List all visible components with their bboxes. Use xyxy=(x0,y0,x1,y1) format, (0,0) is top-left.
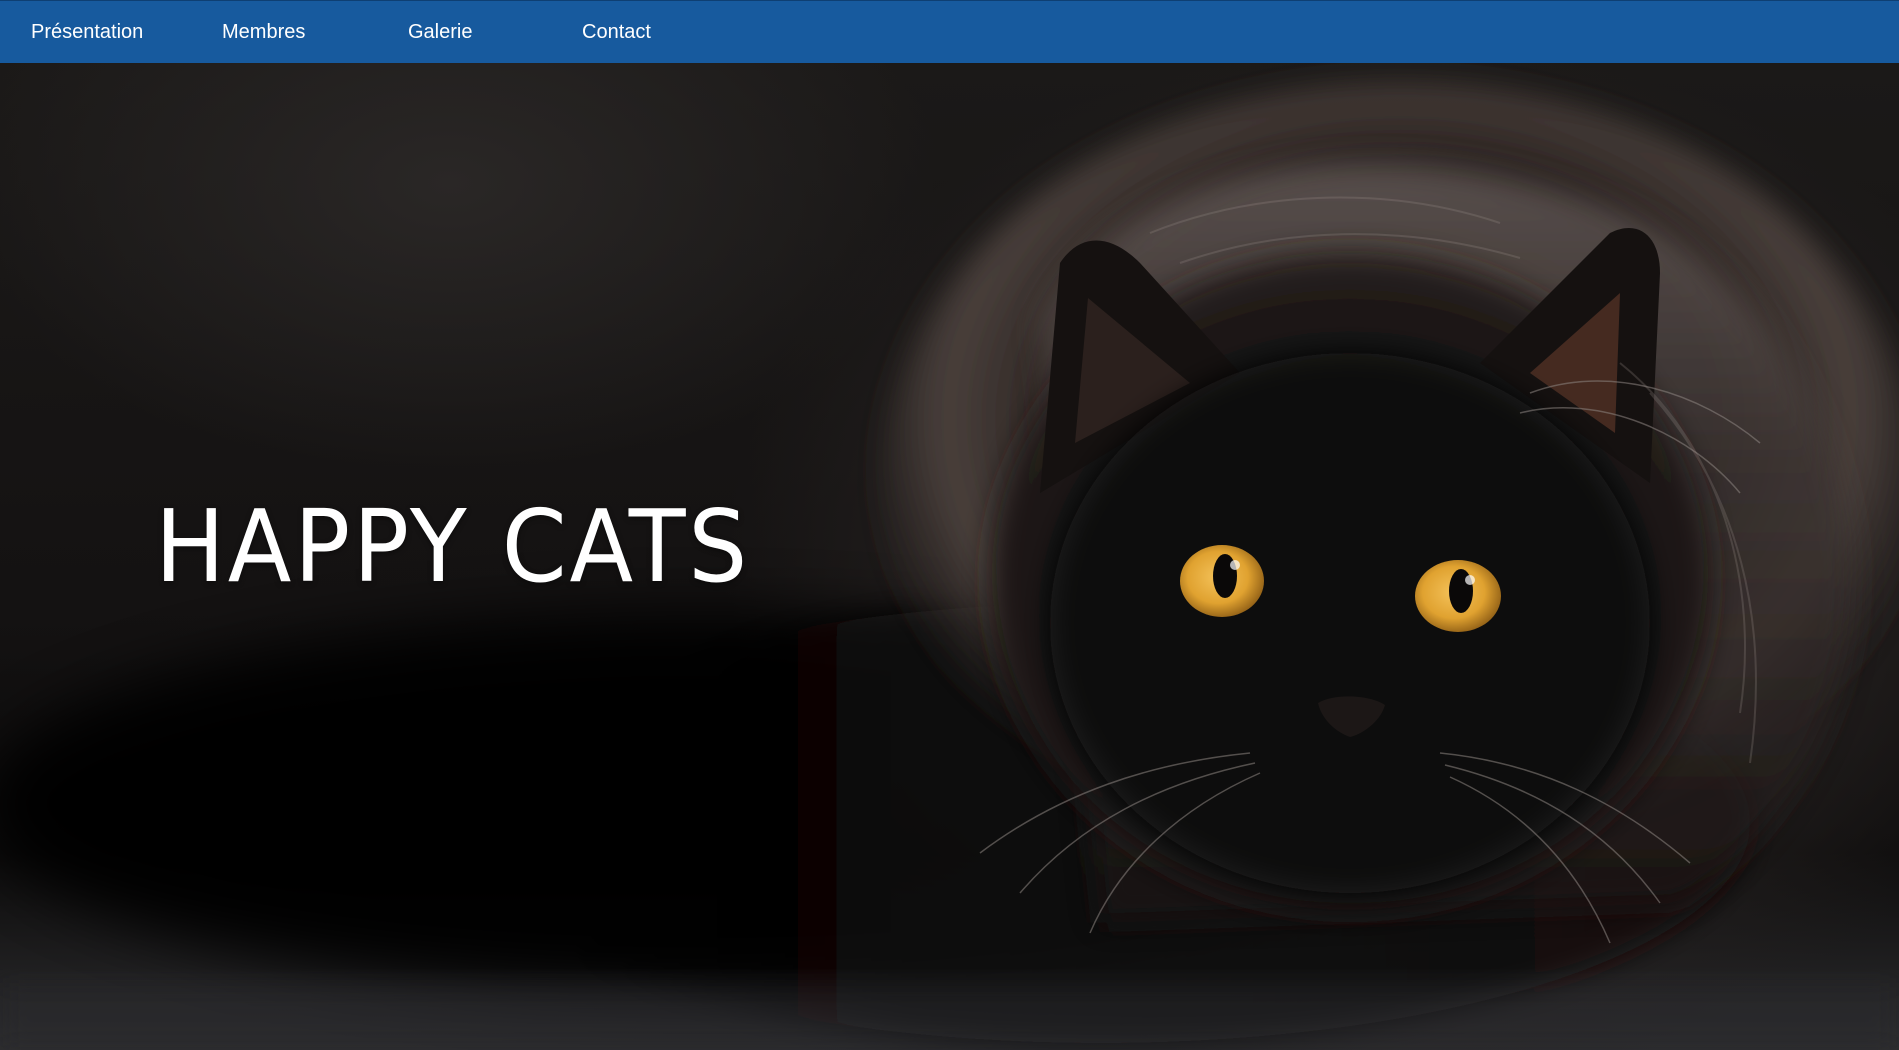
nav-link-membres[interactable]: Membres xyxy=(222,1,305,64)
nav-link-galerie[interactable]: Galerie xyxy=(408,1,472,64)
nav-link-contact[interactable]: Contact xyxy=(582,1,651,64)
hero-banner: HAPPY CATS xyxy=(0,63,1899,1050)
hero-title: HAPPY CATS xyxy=(155,488,751,605)
nav-link-presentation[interactable]: Présentation xyxy=(31,1,143,64)
top-navbar: Présentation Membres Galerie Contact xyxy=(0,0,1899,63)
